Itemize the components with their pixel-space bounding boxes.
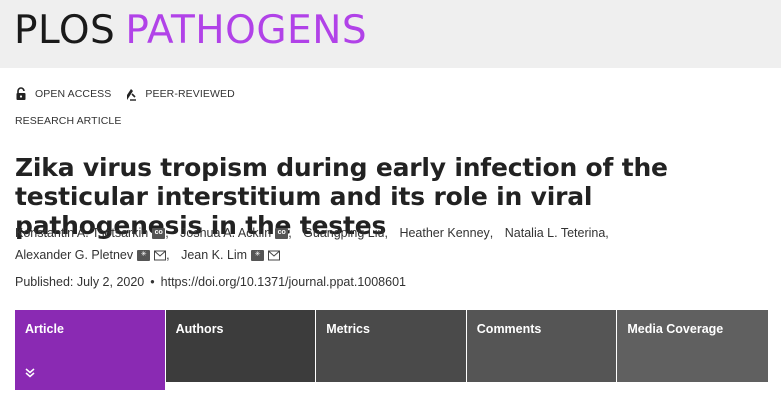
author-item[interactable]: Guangping Liu, xyxy=(303,222,392,244)
tab-label: Metrics xyxy=(326,322,370,336)
tab-label: Media Coverage xyxy=(627,322,724,336)
author-name: Joshua A. Acklin xyxy=(180,226,272,240)
journal-logo[interactable]: PLOS PATHOGENS xyxy=(14,2,367,60)
logo-journal-name: PATHOGENS xyxy=(125,8,368,53)
tab-article[interactable]: Article xyxy=(15,310,166,390)
author-name: Guangping Liu xyxy=(303,226,385,240)
contrib-icon[interactable]: co xyxy=(152,227,166,239)
author-name: Alexander G. Pletnev xyxy=(15,248,134,262)
corresponding-author-icon[interactable]: ✳ xyxy=(251,249,265,261)
article-type: RESEARCH ARTICLE xyxy=(15,115,122,127)
author-name: Konstantin A. Tsetsarkin xyxy=(15,226,149,240)
double-chevron-down-icon[interactable] xyxy=(24,367,36,379)
open-access-label: OPEN ACCESS xyxy=(35,88,112,100)
contrib-icon[interactable]: co xyxy=(275,227,289,239)
author-item[interactable]: Heather Kenney, xyxy=(399,222,497,244)
publication-info: Published: July 2, 2020 • https://doi.org/… xyxy=(15,275,406,289)
separator-dot: • xyxy=(150,275,155,289)
masthead: PLOS PATHOGENS xyxy=(0,0,781,68)
author-item[interactable]: Konstantin A. Tsetsarkin co, xyxy=(15,222,173,244)
open-lock-icon xyxy=(16,87,26,100)
peer-reviewed-badge[interactable]: PEER-REVIEWED xyxy=(125,87,235,101)
peer-reviewed-label: PEER-REVIEWED xyxy=(145,88,235,100)
open-access-badge[interactable]: OPEN ACCESS xyxy=(15,87,111,101)
article-tabs: Article Authors Metrics Comments Media C… xyxy=(15,310,768,390)
tab-media-coverage[interactable]: Media Coverage xyxy=(617,310,768,382)
author-name: Jean K. Lim xyxy=(181,248,248,262)
access-badges: OPEN ACCESS PEER-REVIEWED xyxy=(15,86,249,102)
email-icon[interactable] xyxy=(154,250,167,261)
tab-metrics[interactable]: Metrics xyxy=(316,310,467,382)
author-list: Konstantin A. Tsetsarkin co, Joshua A. A… xyxy=(15,222,715,266)
tab-label: Comments xyxy=(476,322,542,336)
doi-link[interactable]: https://doi.org/10.1371/journal.ppat.100… xyxy=(161,275,406,289)
tab-comments[interactable]: Comments xyxy=(466,310,618,382)
tab-label: Article xyxy=(25,322,64,336)
published-date: Published: July 2, 2020 xyxy=(15,275,145,289)
author-name: Heather Kenney xyxy=(399,226,490,240)
author-item[interactable]: Alexander G. Pletnev ✳ , xyxy=(15,244,174,266)
email-icon[interactable] xyxy=(268,250,281,261)
author-item[interactable]: Joshua A. Acklin co, xyxy=(180,222,296,244)
logo-brand: PLOS xyxy=(14,8,116,53)
author-item[interactable]: Jean K. Lim ✳ xyxy=(181,244,281,266)
peer-reviewed-icon xyxy=(127,89,137,101)
author-item[interactable]: Natalia L. Teterina, xyxy=(505,222,613,244)
tab-label: Authors xyxy=(175,322,224,336)
author-name: Natalia L. Teterina xyxy=(504,226,606,240)
tab-authors[interactable]: Authors xyxy=(165,310,317,382)
corresponding-author-icon[interactable]: ✳ xyxy=(137,249,151,261)
